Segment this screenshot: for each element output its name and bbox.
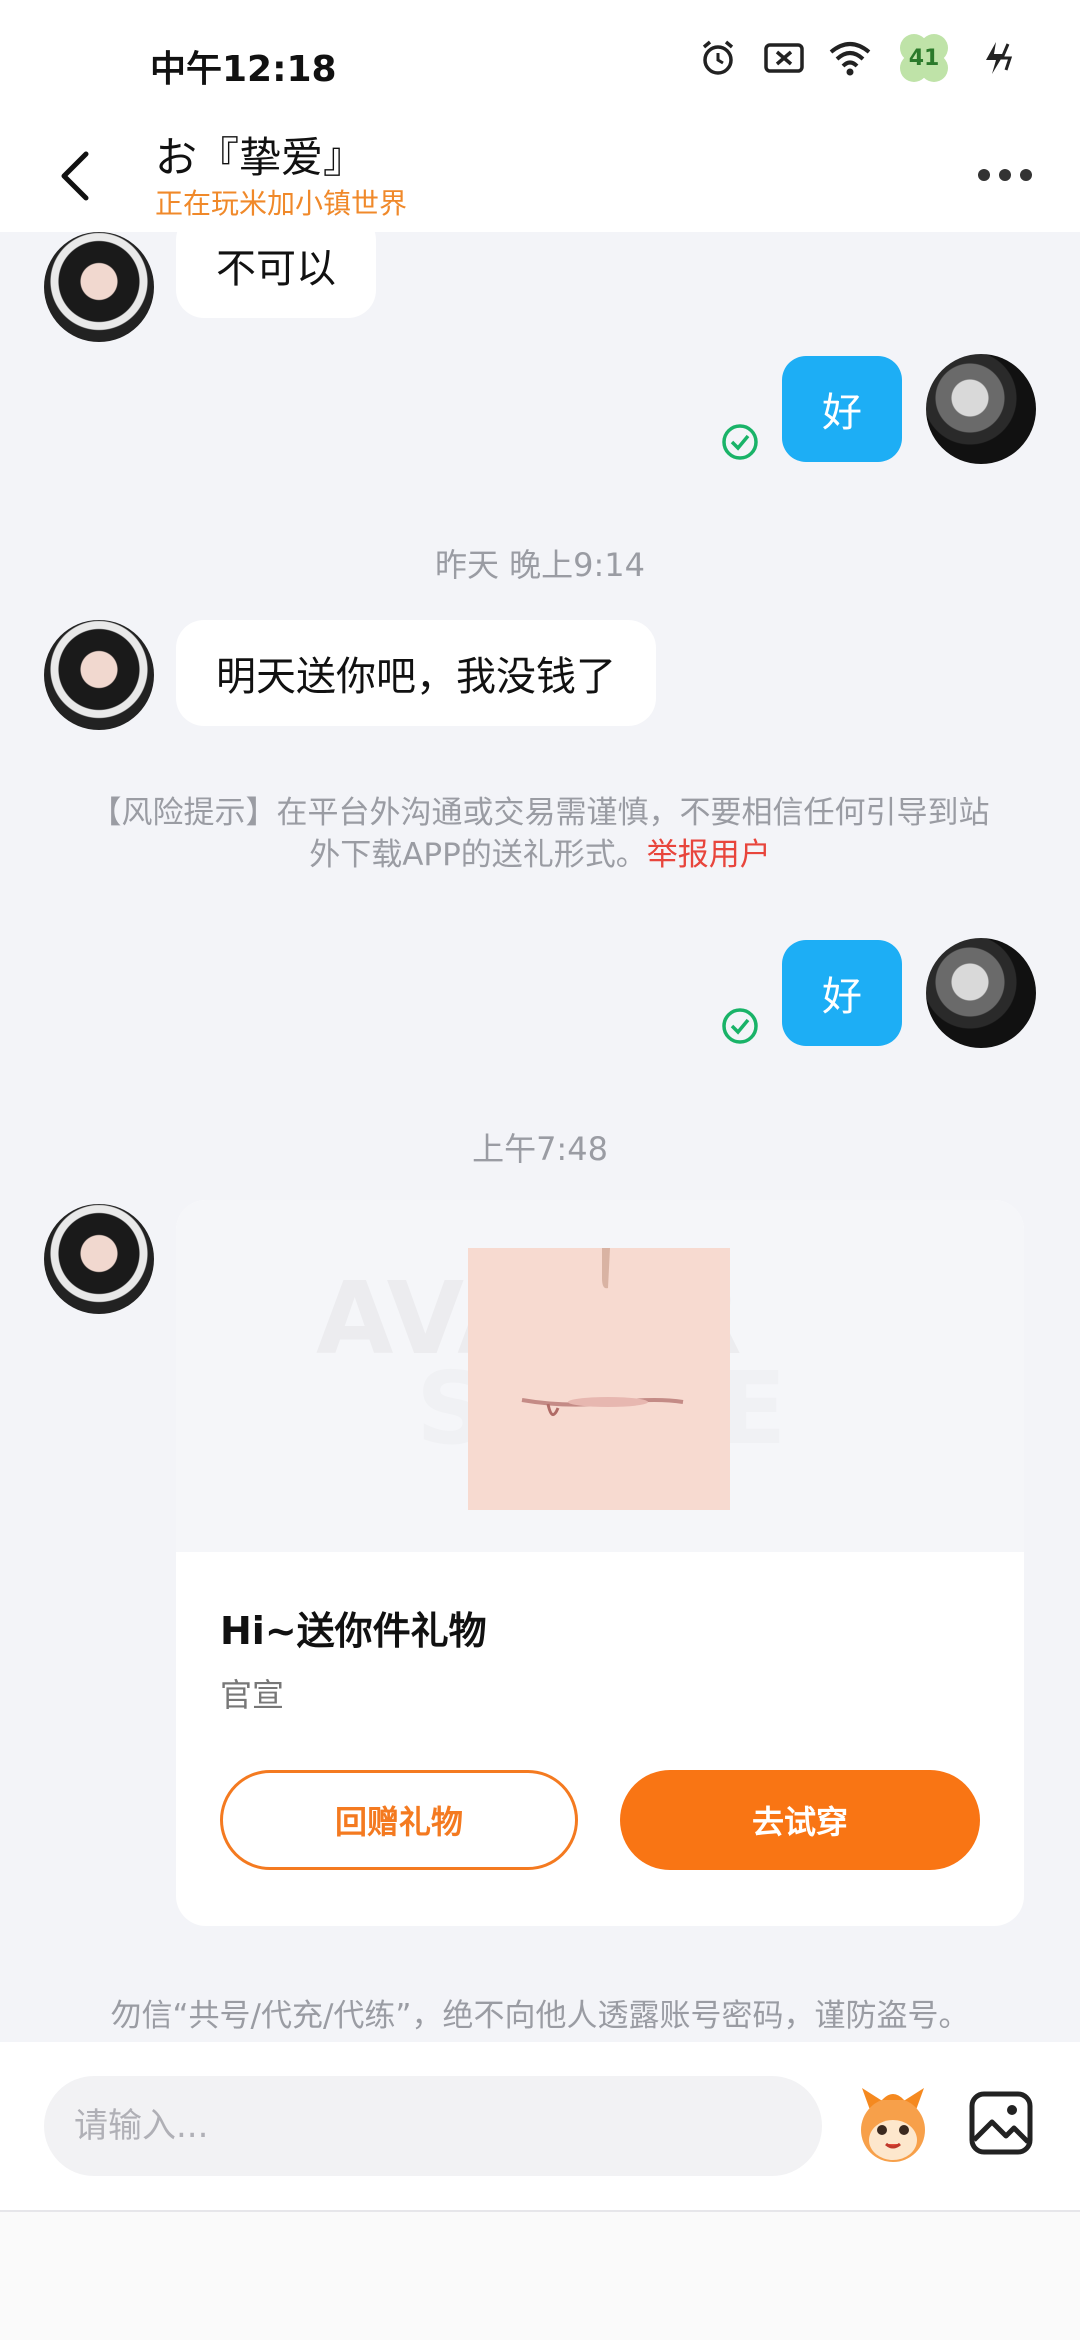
timestamp: 昨天 晚上9:14: [434, 546, 646, 584]
wifi-icon: [828, 36, 872, 80]
chat-subtitle-status: 正在玩米加小镇世界: [155, 187, 408, 220]
try-on-button[interactable]: 去试穿: [620, 1770, 980, 1870]
contact-avatar[interactable]: [44, 232, 154, 342]
security-notice: 勿信“共号/代充/代练”，绝不向他人透露账号密码，谨防盗号。: [110, 1998, 970, 2034]
message-text: 明天送你吧，我没钱了: [216, 654, 616, 700]
gift-image-area[interactable]: AVATAR STORE: [176, 1200, 1024, 1552]
message-bubble-right[interactable]: 好: [782, 940, 902, 1046]
my-avatar[interactable]: [926, 938, 1036, 1048]
message-bubble-left[interactable]: 不可以: [176, 232, 376, 318]
mascot-emoji-icon: [861, 2088, 925, 2162]
charging-icon: [976, 36, 1020, 80]
emoji-sticker-button[interactable]: [852, 2080, 934, 2170]
input-bar: [0, 2042, 1080, 2210]
battery-level: 41: [908, 45, 940, 71]
return-gift-button[interactable]: 回赠礼物: [220, 1770, 578, 1870]
gift-card-subtitle: 官宣: [220, 1676, 285, 1714]
message-text: 好: [822, 390, 862, 436]
read-check-icon: [722, 1008, 758, 1044]
message-text: 不可以: [216, 246, 336, 292]
chat-messages[interactable]: 不可以 好 昨天 晚上9:14 明天送你吧，我没钱了 【风险提示】在平台外沟通或…: [0, 232, 1080, 2042]
risk-notice-text: 【风险提示】在平台外沟通或交易需谨慎，不要相信任何引导到站外下载APP的送礼形式…: [90, 795, 990, 873]
risk-notice: 【风险提示】在平台外沟通或交易需谨慎，不要相信任何引导到站外下载APP的送礼形式…: [80, 792, 1000, 876]
contact-avatar[interactable]: [44, 620, 154, 730]
status-icons: 41: [696, 30, 1020, 86]
read-check-icon: [722, 424, 758, 460]
message-bubble-left[interactable]: 明天送你吧，我没钱了: [176, 620, 656, 726]
timestamp: 上午7:48: [472, 1130, 608, 1168]
gift-card[interactable]: AVATAR STORE Hi~送你件礼物 官宣 回赠礼物 去试穿: [176, 1200, 1024, 1926]
contact-avatar[interactable]: [44, 1204, 154, 1314]
status-time: 中午12:18: [150, 49, 337, 90]
message-bubble-right[interactable]: 好: [782, 356, 902, 462]
more-options-button[interactable]: [970, 150, 1040, 200]
chevron-left-icon: [61, 151, 89, 201]
message-input[interactable]: [44, 2076, 822, 2176]
gift-thumbnail: [468, 1248, 730, 1510]
my-avatar[interactable]: [926, 354, 1036, 464]
battery-icon: 41: [894, 30, 954, 86]
report-user-link[interactable]: 举报用户: [647, 837, 771, 873]
image-picker-button[interactable]: [966, 2088, 1036, 2158]
more-icon: [978, 169, 1032, 181]
chat-header: お『挚爱』 正在玩米加小镇世界: [0, 120, 1080, 232]
image-icon: [969, 2091, 1033, 2155]
alarm-icon: [696, 36, 740, 80]
status-bar: 中午12:18 41: [0, 0, 1080, 120]
message-text: 好: [822, 974, 862, 1020]
navigation-bar-area: [0, 2212, 1080, 2340]
gift-card-title: Hi~送你件礼物: [220, 1609, 487, 1653]
no-sim-icon: [762, 36, 806, 80]
back-button[interactable]: [48, 136, 104, 216]
chat-title: お『挚爱』: [155, 133, 366, 182]
